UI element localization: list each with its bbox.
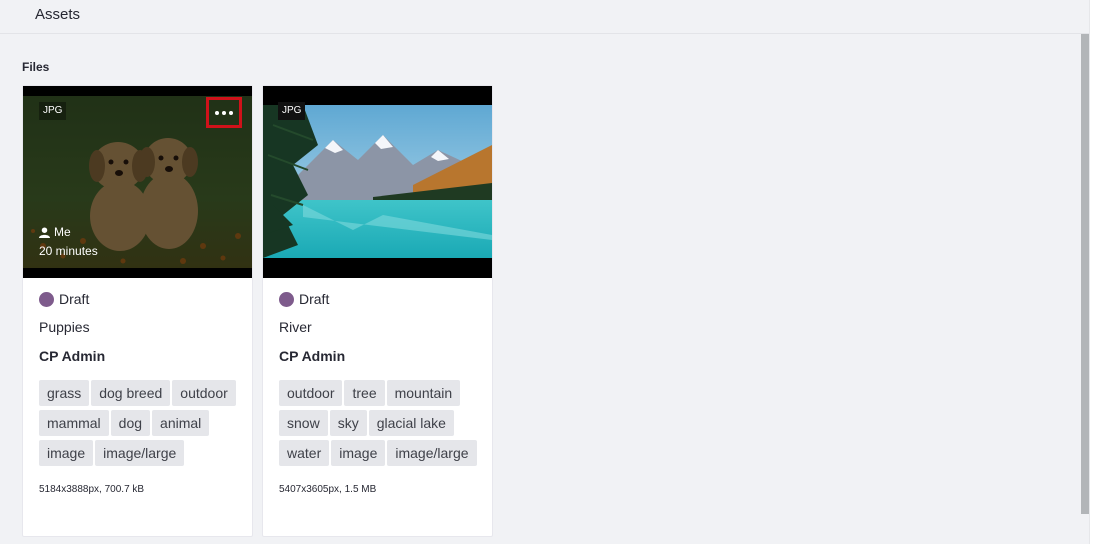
asset-title[interactable]: River <box>279 319 476 337</box>
status-dot <box>279 291 294 307</box>
owner: Me <box>39 225 71 239</box>
modified-age: 20 minutes <box>39 244 98 258</box>
status: Draft <box>279 290 476 308</box>
asset-title[interactable]: Puppies <box>39 319 236 337</box>
tag-list: outdoor tree mountain snow sky glacial l… <box>279 380 479 466</box>
top-bar: Assets <box>0 0 1089 34</box>
tag: sky <box>329 410 367 436</box>
tag: image/large <box>95 440 185 466</box>
status-dot <box>39 291 54 307</box>
tag: mammal <box>39 410 109 436</box>
ellipsis-icon <box>215 110 233 115</box>
asset-author: CP Admin <box>39 348 106 364</box>
page-title: Assets <box>35 6 81 23</box>
thumbnail[interactable]: JPG Me 20 minutes <box>23 86 252 278</box>
tag-list: grass dog breed outdoor mammal dog anima… <box>39 380 239 466</box>
tag: dog <box>110 410 151 436</box>
more-actions-button[interactable] <box>206 97 242 128</box>
tag: water <box>279 440 330 466</box>
river-image <box>263 105 492 258</box>
file-type-badge: JPG <box>39 102 67 120</box>
tag: tree <box>344 380 385 406</box>
tag: outdoor <box>279 380 343 406</box>
tag: outdoor <box>172 380 236 406</box>
right-edge <box>1089 0 1100 544</box>
file-dimensions: 5184x3888px, 700.7 kB <box>39 484 145 495</box>
tag: animal <box>152 410 210 436</box>
thumbnail[interactable]: JPG <box>263 86 492 278</box>
tag: mountain <box>386 380 461 406</box>
owner-name: Me <box>54 225 71 239</box>
user-icon <box>39 226 50 238</box>
tag: image/large <box>387 440 477 466</box>
asset-card-river[interactable]: JPG Draft River CP Admin outdoor tree mo… <box>262 85 493 537</box>
scrollbar[interactable] <box>1081 34 1089 514</box>
asset-card-puppies[interactable]: JPG Me 20 minutes Draft Puppies CP Admin… <box>22 85 253 537</box>
file-dimensions: 5407x3605px, 1.5 MB <box>279 484 377 495</box>
status-label: Draft <box>59 291 90 307</box>
tag: image <box>331 440 386 466</box>
tag: grass <box>39 380 90 406</box>
tag: dog breed <box>91 380 171 406</box>
status: Draft <box>39 290 236 308</box>
tag: snow <box>279 410 328 436</box>
status-label: Draft <box>299 291 330 307</box>
asset-author: CP Admin <box>279 348 346 364</box>
tag: image <box>39 440 94 466</box>
tag: glacial lake <box>368 410 454 436</box>
files-section-title: Files <box>22 60 50 74</box>
file-type-badge: JPG <box>278 102 306 120</box>
